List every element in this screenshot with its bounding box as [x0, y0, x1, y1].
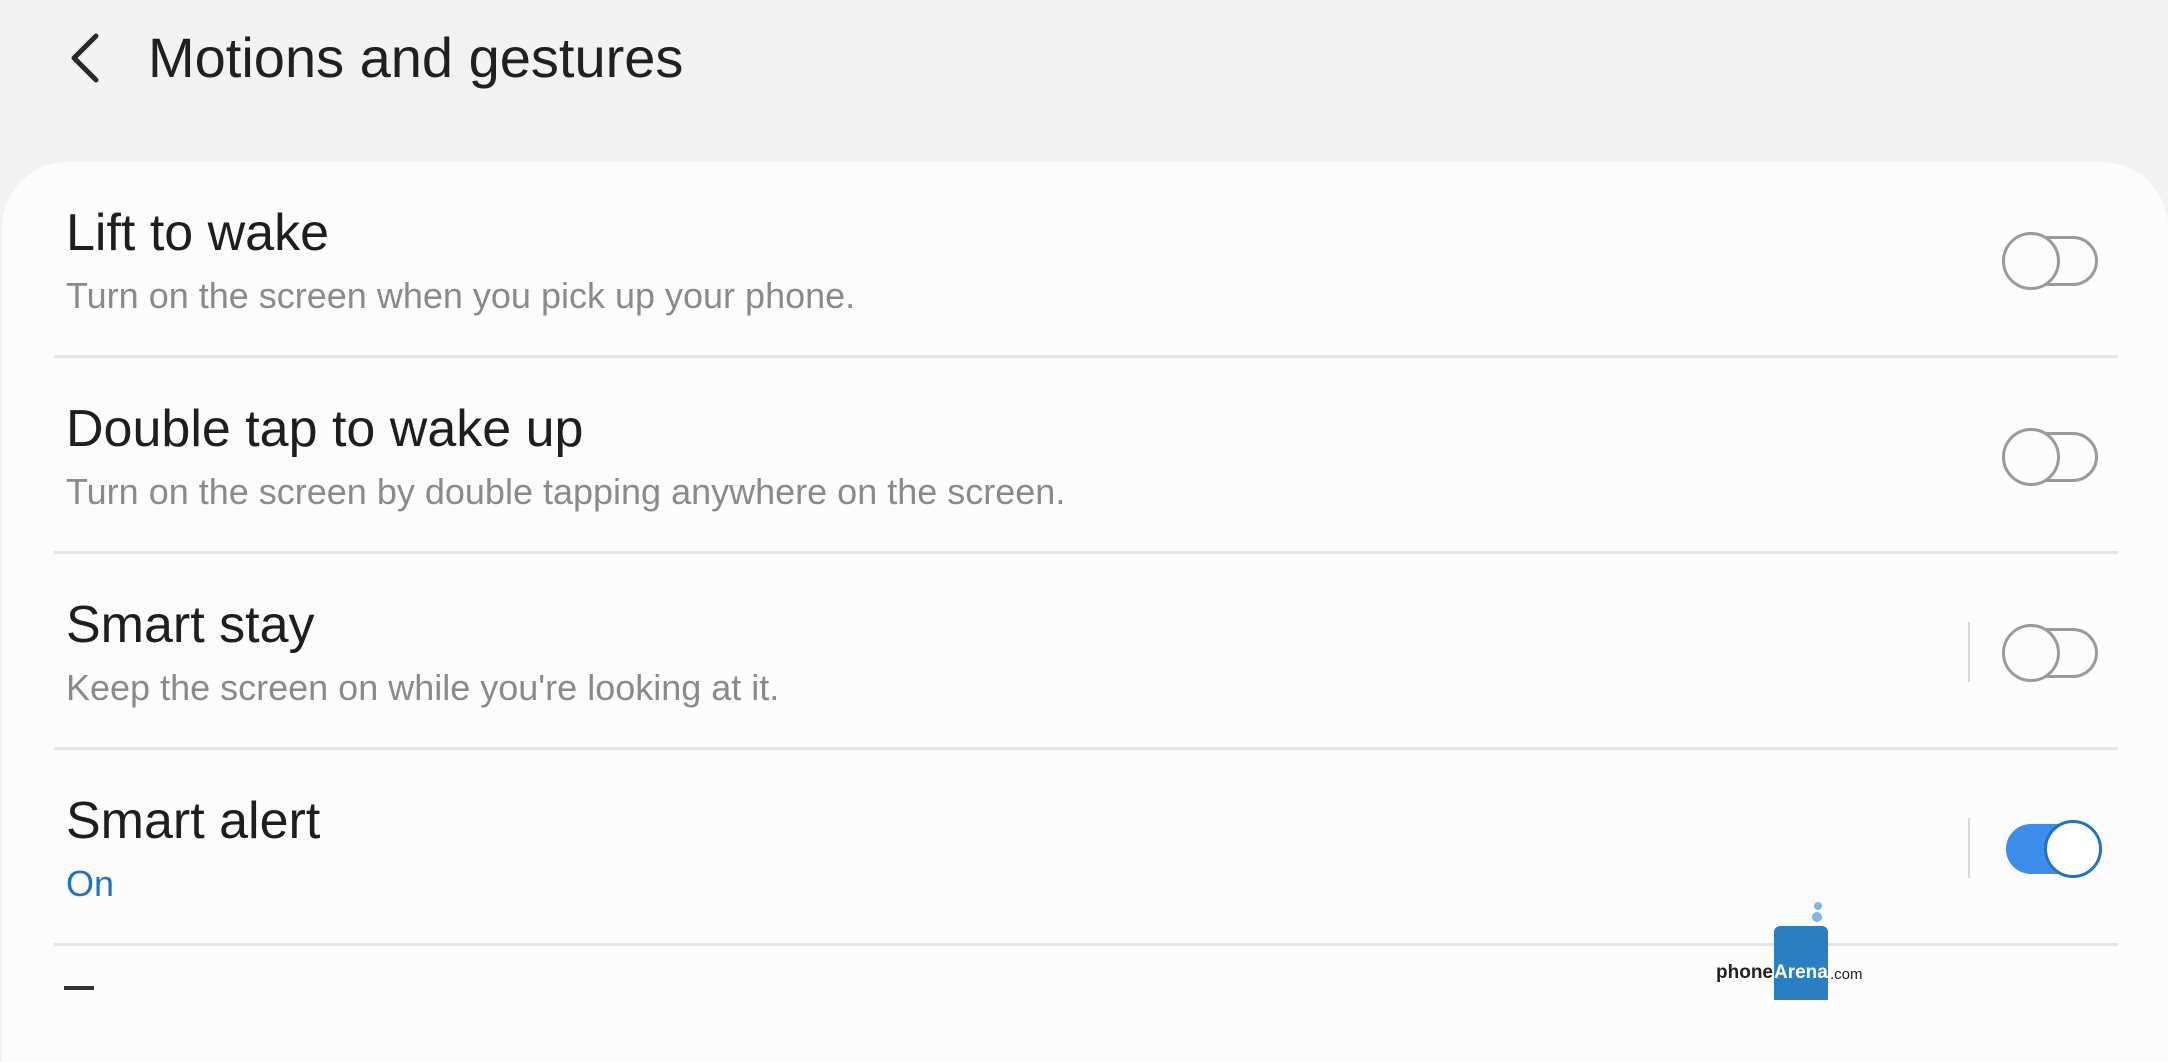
toggle-knob	[2002, 232, 2060, 290]
page-title: Motions and gestures	[148, 26, 684, 89]
chevron-left-icon	[71, 33, 99, 83]
setting-title: Lift to wake	[66, 204, 330, 262]
toggle-knob	[2002, 624, 2060, 682]
setting-row-double-tap-to-wake[interactable]: Double tap to wake up Turn on the screen…	[54, 358, 2118, 554]
next-row-peek	[64, 986, 94, 990]
toggle-knob	[2002, 428, 2060, 486]
watermark-bubble	[1812, 912, 1822, 922]
watermark-bubble	[1814, 902, 1822, 910]
smart-alert-toggle[interactable]	[2002, 820, 2102, 878]
back-button[interactable]	[52, 20, 116, 96]
phonearena-watermark-logo: phone Arena .com	[1716, 898, 1866, 1000]
setting-description: Keep the screen on while you're looking …	[66, 667, 780, 708]
setting-description: Turn on the screen by double tapping any…	[66, 471, 1066, 512]
setting-title: Double tap to wake up	[66, 400, 584, 458]
setting-status: On	[66, 863, 115, 904]
setting-title: Smart alert	[66, 792, 321, 850]
watermark-com-text: .com	[1830, 966, 1863, 983]
setting-description: Turn on the screen when you pick up your…	[66, 275, 856, 316]
vertical-separator	[1968, 622, 1970, 682]
vertical-separator	[1968, 818, 1970, 878]
double-tap-to-wake-toggle[interactable]	[2002, 428, 2102, 486]
watermark-arena-text: Arena	[1774, 962, 1828, 983]
setting-row-smart-stay[interactable]: Smart stay Keep the screen on while you'…	[54, 554, 2118, 750]
lift-to-wake-toggle[interactable]	[2002, 232, 2102, 290]
watermark-phone-text: phone	[1716, 962, 1773, 983]
setting-row-lift-to-wake[interactable]: Lift to wake Turn on the screen when you…	[54, 162, 2118, 358]
toggle-knob	[2044, 820, 2102, 878]
app-bar: Motions and gestures	[0, 0, 2168, 160]
smart-stay-toggle[interactable]	[2002, 624, 2102, 682]
setting-title: Smart stay	[66, 596, 315, 654]
